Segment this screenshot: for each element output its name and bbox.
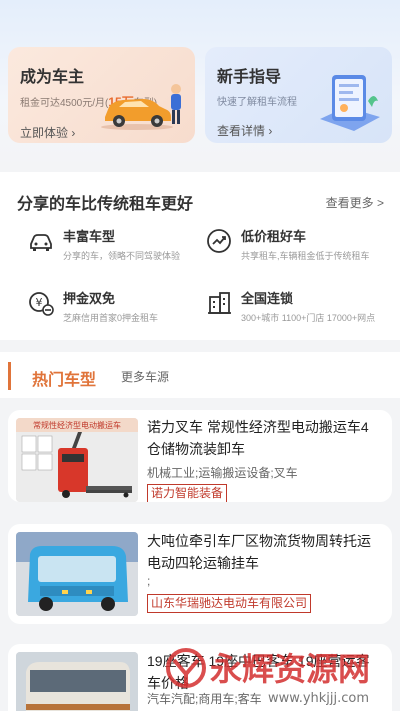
feature-title: 押金双免 xyxy=(63,291,116,306)
feature-title: 全国连锁 xyxy=(241,291,294,306)
site-watermark: 永辉资源网 www.yhkjjj.com xyxy=(166,648,370,706)
feature-desc: 分享的车，领略不同驾驶体验 xyxy=(63,251,181,261)
car-card[interactable]: 大吨位牵引车厂区物流货物周转托运电动四轮运输挂车 ; 山东华瑞驰达电动车有限公司 xyxy=(8,524,392,624)
watermark-text: 永辉资源网 xyxy=(210,650,370,688)
feature-title: 低价租好车 xyxy=(241,229,307,244)
bus-image xyxy=(16,652,138,711)
company-badge: 诺力智能装备 xyxy=(147,484,228,502)
deposit-free-icon: ¥ xyxy=(29,292,54,316)
feature-desc: 共享租车,车辆租金低于传统租车 xyxy=(241,251,370,261)
forklift-image: 常规性经济型电动搬运车 xyxy=(16,418,138,502)
price-trend-icon xyxy=(207,229,231,253)
car-name: 大吨位牵引车厂区物流货物周转托运电动四轮运输挂车 xyxy=(147,533,371,571)
hot-models-title: 热门车型 xyxy=(32,372,97,389)
building-icon xyxy=(208,292,231,314)
promo-cards: 成为车主 租金可达4500元/月(15万车型) 立即体验 › 新手指导 快速了解… xyxy=(8,47,392,143)
newbie-guide-card[interactable]: 新手指导 快速了解租车流程 查看详情 › xyxy=(205,47,392,143)
feature-nationwide-chain: 全国连锁 300+城市 1100+门店 17000+网点 xyxy=(205,288,375,324)
feature-rich-models: 丰富车型 分享的车，领略不同驾驶体验 xyxy=(27,226,180,262)
car-name: 诺力叉车 常规性经济型电动搬运车4仓储物流装卸车 xyxy=(147,419,369,457)
view-more-link[interactable]: 查看更多 > xyxy=(326,194,384,211)
share-advantages-section: 分享的车比传统租车更好 查看更多 > 丰富车型 分享的车，领略不同驾驶体验 低价… xyxy=(0,172,400,340)
section-accent-bar xyxy=(8,362,11,390)
company-badge: 山东华瑞驰达电动车有限公司 xyxy=(147,594,312,613)
feature-title: 丰富车型 xyxy=(63,229,116,244)
car-tags: 机械工业;运输搬运设备;叉车 xyxy=(147,466,298,480)
car-card[interactable]: 常规性经济型电动搬运车 诺力叉车 常规性经济型电动搬运车4仓储物流装卸车 机械工… xyxy=(8,410,392,502)
tow-vehicle-image xyxy=(16,532,138,616)
feature-desc: 芝麻信用首家0押金租车 xyxy=(63,313,159,323)
forklift-illustration: 常规性经济型电动搬运车 xyxy=(16,418,138,502)
share-advantages-title: 分享的车比传统租车更好 xyxy=(17,196,194,213)
svg-text:¥: ¥ xyxy=(36,296,43,309)
tow-vehicle-illustration xyxy=(16,532,138,616)
chevron-right-icon: › xyxy=(268,124,273,138)
hot-models-header: 热门车型 更多车源 xyxy=(0,352,400,398)
car-icon xyxy=(30,234,52,251)
image-banner-text: 常规性经济型电动搬运车 xyxy=(33,420,121,430)
chevron-right-icon: › xyxy=(71,126,76,140)
become-owner-card[interactable]: 成为车主 租金可达4500元/月(15万车型) 立即体验 › xyxy=(8,47,195,143)
bus-illustration xyxy=(16,652,138,711)
car-owner-illustration xyxy=(101,84,181,130)
feature-deposit-free: ¥ 押金双免 芝麻信用首家0押金租车 xyxy=(27,288,158,324)
more-cars-link[interactable]: 更多车源 xyxy=(121,368,169,385)
car-tags: ; xyxy=(147,574,151,588)
phone-guide-illustration xyxy=(320,75,380,131)
feature-desc: 300+城市 1100+门店 17000+网点 xyxy=(241,313,376,323)
watermark-url: www.yhkjjj.com xyxy=(268,691,369,706)
feature-low-price: 低价租好车 共享租车,车辆租金低于传统租车 xyxy=(205,226,370,262)
